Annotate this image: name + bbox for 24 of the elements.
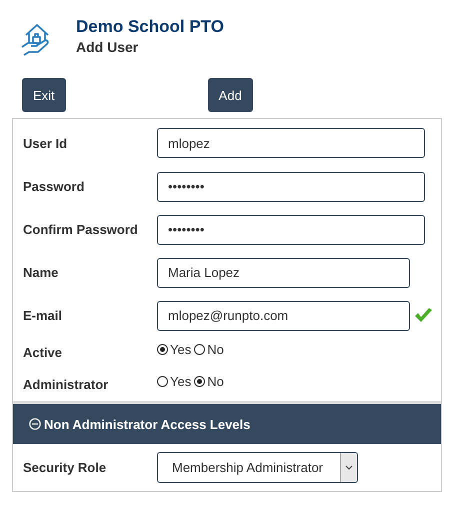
field-label: Name bbox=[23, 265, 60, 280]
security-role-select[interactable]: Membership Administrator bbox=[157, 452, 358, 483]
radio-option[interactable]: No bbox=[194, 342, 224, 356]
organization-title: Demo School PTO bbox=[76, 17, 224, 37]
input-field[interactable]: •••••••• bbox=[157, 214, 425, 244]
field-label: Security Role bbox=[23, 460, 108, 475]
input-field[interactable]: mlopez bbox=[157, 128, 425, 158]
section-header[interactable]: Non Administrator Access Levels bbox=[13, 401, 441, 444]
add-button[interactable]: Add bbox=[208, 78, 253, 112]
caret-icon bbox=[345, 465, 353, 470]
exit-button[interactable]: Exit bbox=[22, 78, 66, 112]
field-label: Active bbox=[23, 344, 64, 360]
radio-option[interactable]: Yes bbox=[157, 342, 192, 356]
radio-option[interactable]: No bbox=[194, 374, 224, 388]
input-field[interactable]: •••••••• bbox=[157, 172, 425, 202]
field-label: User Id bbox=[23, 136, 68, 150]
field-label: Password bbox=[23, 179, 86, 194]
radio-option[interactable]: Yes bbox=[157, 374, 192, 388]
field-label: Administrator bbox=[23, 376, 110, 392]
page-title: Add User bbox=[76, 39, 140, 55]
field-label: Confirm Password bbox=[23, 222, 139, 237]
input-field[interactable]: Maria Lopez bbox=[157, 258, 410, 288]
field-label: E-mail bbox=[23, 308, 64, 323]
input-field[interactable]: mlopez@runpto.com bbox=[157, 300, 410, 330]
